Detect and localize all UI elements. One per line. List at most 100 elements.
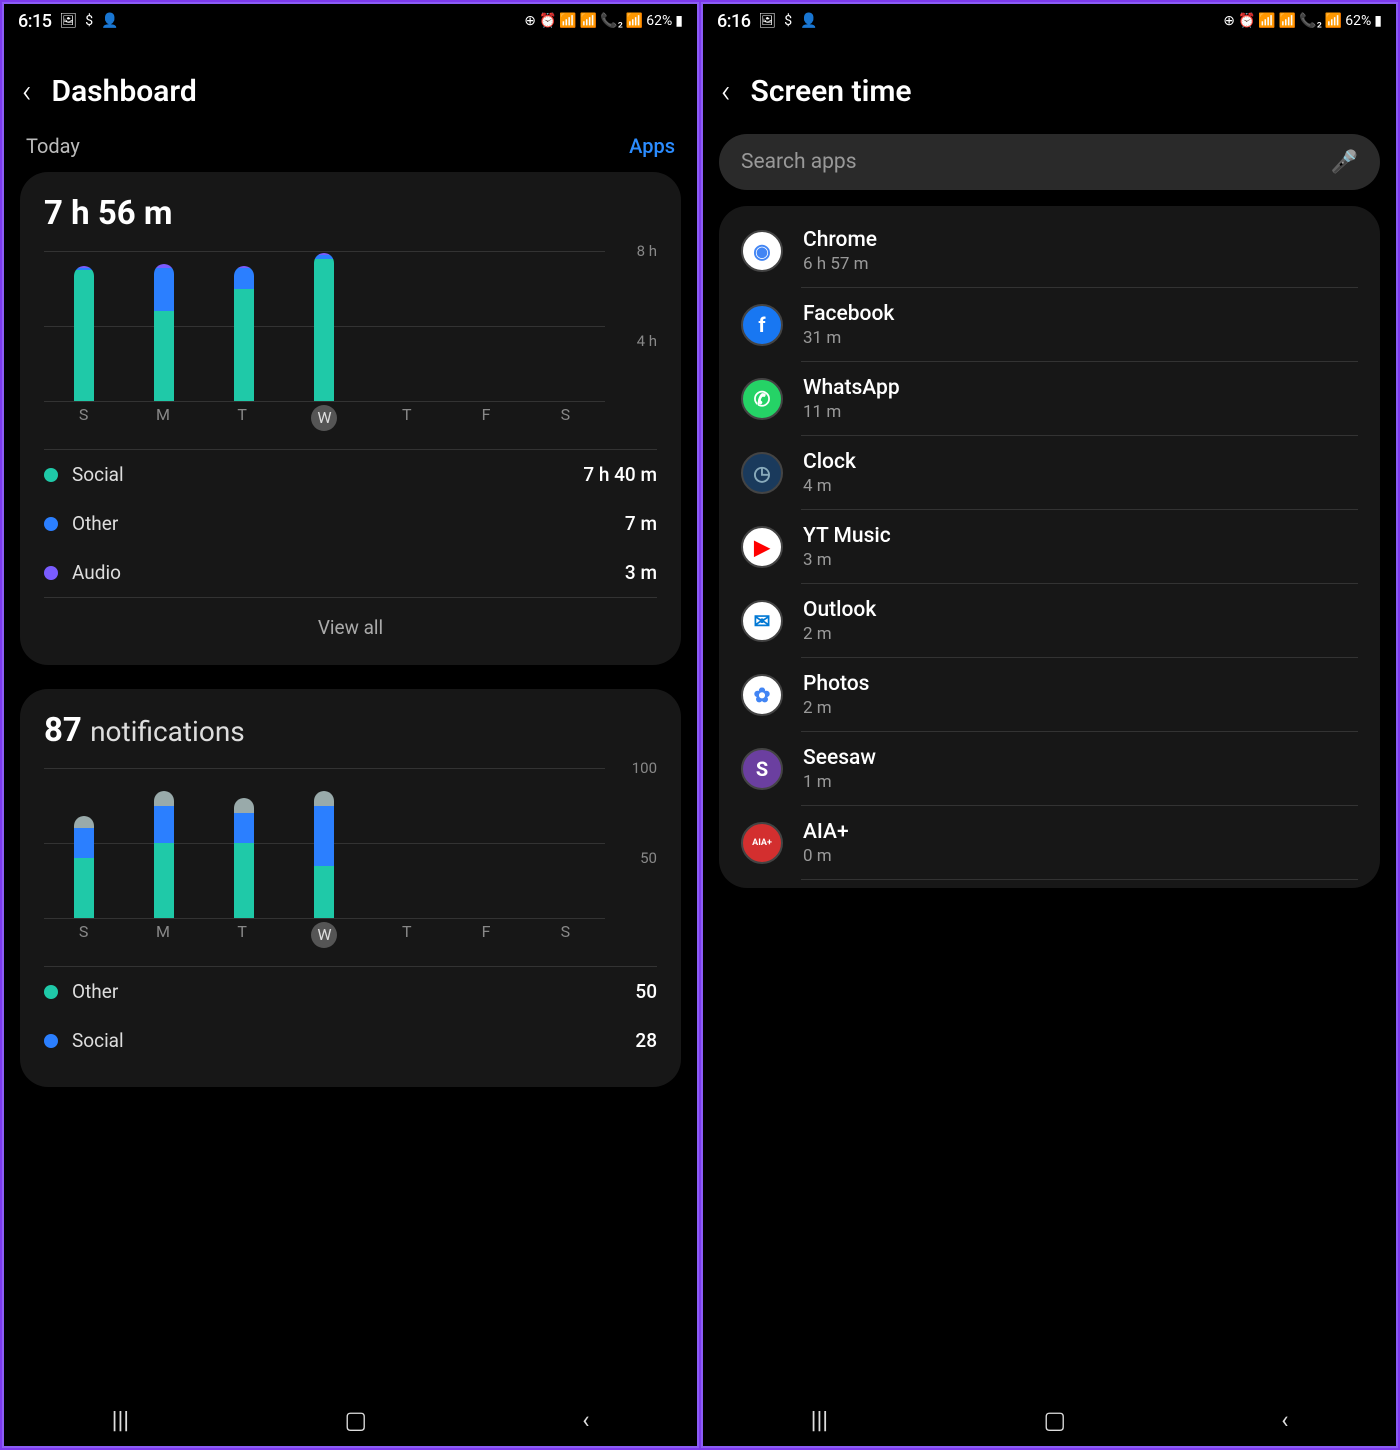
- legend-row: Other 7 m: [44, 499, 657, 548]
- screen-time-card[interactable]: 7 h 56 m 8 h4 hSMTWTFS Social7 h 40 mOth…: [20, 172, 681, 665]
- recents-button[interactable]: |||: [112, 1406, 130, 1434]
- legend-dot: [44, 517, 58, 531]
- app-icon: ✆: [741, 378, 783, 420]
- app-time: 11 m: [803, 402, 900, 422]
- app-row[interactable]: SSeesaw1 m: [719, 732, 1380, 806]
- app-row[interactable]: f Facebook31 m: [719, 288, 1380, 362]
- status-bar: 6:15 🖼 $ 👤 ⊕ ⏰ 📶 📶 📞₂ 📶 62% ▮: [4, 4, 697, 38]
- legend-value: 3 m: [625, 561, 657, 584]
- app-row[interactable]: AIA+AIA+0 m: [719, 806, 1380, 880]
- plus-icon: ⊕: [524, 13, 536, 29]
- search-input[interactable]: Search apps 🎤: [719, 134, 1380, 190]
- signal2-icon: 📶: [1325, 13, 1342, 29]
- incognito-icon: 👤: [101, 13, 118, 29]
- app-row[interactable]: ✆ WhatsApp11 m: [719, 362, 1380, 436]
- legend-row: Social 7 h 40 m: [44, 450, 657, 499]
- app-icon: ✿: [741, 674, 783, 716]
- legend-name: Social: [72, 1029, 124, 1052]
- legend-row: Social 28: [44, 1016, 657, 1065]
- app-name: Outlook: [803, 598, 876, 622]
- notifications-chart: 10050SMTWTFS: [44, 768, 657, 948]
- app-time: 3 m: [803, 550, 891, 570]
- image-icon: 🖼: [758, 13, 776, 29]
- page-title: Dashboard: [52, 74, 197, 109]
- wifi-icon: 📶: [1258, 13, 1275, 29]
- recents-button[interactable]: |||: [811, 1406, 829, 1434]
- app-icon: ◷: [741, 452, 783, 494]
- app-icon: AIA+: [741, 822, 783, 864]
- image-icon: 🖼: [59, 13, 77, 29]
- notifications-card[interactable]: 87 notifications 10050SMTWTFS Other 50 Soc…: [20, 689, 681, 1087]
- page-title: Screen time: [751, 74, 912, 109]
- app-time: 6 h 57 m: [803, 254, 877, 274]
- period-label[interactable]: Today: [26, 134, 80, 158]
- app-row[interactable]: ◷Clock4 m: [719, 436, 1380, 510]
- home-button[interactable]: ▢: [1043, 1406, 1066, 1434]
- notifications-total: 87 notifications: [44, 711, 657, 750]
- app-time: 4 m: [803, 476, 856, 496]
- signal-icon: 📶: [1279, 13, 1296, 29]
- app-name: Chrome: [803, 228, 877, 252]
- legend-name: Audio: [72, 561, 121, 584]
- legend-name: Other: [72, 512, 118, 535]
- app-name: Seesaw: [803, 746, 876, 770]
- legend-value: 7 h 40 m: [583, 463, 657, 486]
- nav-bar: ||| ▢ ‹: [4, 1394, 697, 1446]
- app-name: YT Music: [803, 524, 891, 548]
- legend-dot: [44, 566, 58, 580]
- call-icon: 📞₂: [1299, 13, 1322, 29]
- search-placeholder: Search apps: [741, 150, 1331, 174]
- app-time: 0 m: [803, 846, 849, 866]
- mic-icon[interactable]: 🎤: [1331, 150, 1358, 175]
- status-time: 6:16: [717, 11, 750, 32]
- phone-screentime: 6:16 🖼 $ 👤 ⊕ ⏰ 📶 📶 📞₂ 📶 62% ▮ ‹ Screen t…: [701, 2, 1398, 1448]
- app-time: 1 m: [803, 772, 876, 792]
- call-icon: 📞₂: [600, 13, 623, 29]
- legend-dot: [44, 468, 58, 482]
- app-icon: f: [741, 304, 783, 346]
- legend-value: 50: [635, 980, 657, 1003]
- back-nav-button[interactable]: ‹: [582, 1406, 589, 1434]
- back-nav-button[interactable]: ‹: [1281, 1406, 1288, 1434]
- app-icon: ✉: [741, 600, 783, 642]
- screen-time-chart: 8 h4 hSMTWTFS: [44, 251, 657, 431]
- app-row[interactable]: ✿ Photos2 m: [719, 658, 1380, 732]
- legend-value: 7 m: [625, 512, 657, 535]
- home-button[interactable]: ▢: [344, 1406, 367, 1434]
- phone-dashboard: 6:15 🖼 $ 👤 ⊕ ⏰ 📶 📶 📞₂ 📶 62% ▮ ‹ Dashboar…: [2, 2, 699, 1448]
- view-all-button[interactable]: View all: [44, 597, 657, 643]
- back-button[interactable]: ‹: [22, 72, 32, 110]
- battery-icon: ▮: [675, 13, 683, 29]
- app-row[interactable]: ▶ YT Music3 m: [719, 510, 1380, 584]
- app-name: Facebook: [803, 302, 894, 326]
- legend-row: Audio 3 m: [44, 548, 657, 597]
- app-name: WhatsApp: [803, 376, 900, 400]
- alarm-icon: ⏰: [1238, 13, 1255, 29]
- legend-dot: [44, 985, 58, 999]
- battery-text: 62%: [646, 13, 672, 29]
- app-time: 31 m: [803, 328, 894, 348]
- signal2-icon: 📶: [626, 13, 643, 29]
- app-icon: ◉: [741, 230, 783, 272]
- legend-value: 28: [635, 1029, 657, 1052]
- app-row[interactable]: ◉ Chrome6 h 57 m: [719, 214, 1380, 288]
- back-button[interactable]: ‹: [721, 72, 731, 110]
- app-time: 2 m: [803, 698, 869, 718]
- plus-icon: ⊕: [1223, 13, 1235, 29]
- alarm-icon: ⏰: [539, 13, 556, 29]
- app-name: Photos: [803, 672, 869, 696]
- app-name: AIA+: [803, 820, 849, 844]
- app-time: 2 m: [803, 624, 876, 644]
- legend-name: Other: [72, 980, 118, 1003]
- legend-dot: [44, 1034, 58, 1048]
- legend-row: Other 50: [44, 967, 657, 1016]
- app-list: ◉ Chrome6 h 57 m f Facebook31 m ✆ WhatsApp11 …: [719, 206, 1380, 888]
- apps-link[interactable]: Apps: [629, 134, 675, 158]
- battery-text: 62%: [1345, 13, 1371, 29]
- dollar-icon: $: [784, 13, 792, 29]
- app-row[interactable]: ✉ Outlook2 m: [719, 584, 1380, 658]
- dollar-icon: $: [85, 13, 93, 29]
- app-icon: ▶: [741, 526, 783, 568]
- nav-bar: ||| ▢ ‹: [703, 1394, 1396, 1446]
- legend-name: Social: [72, 463, 124, 486]
